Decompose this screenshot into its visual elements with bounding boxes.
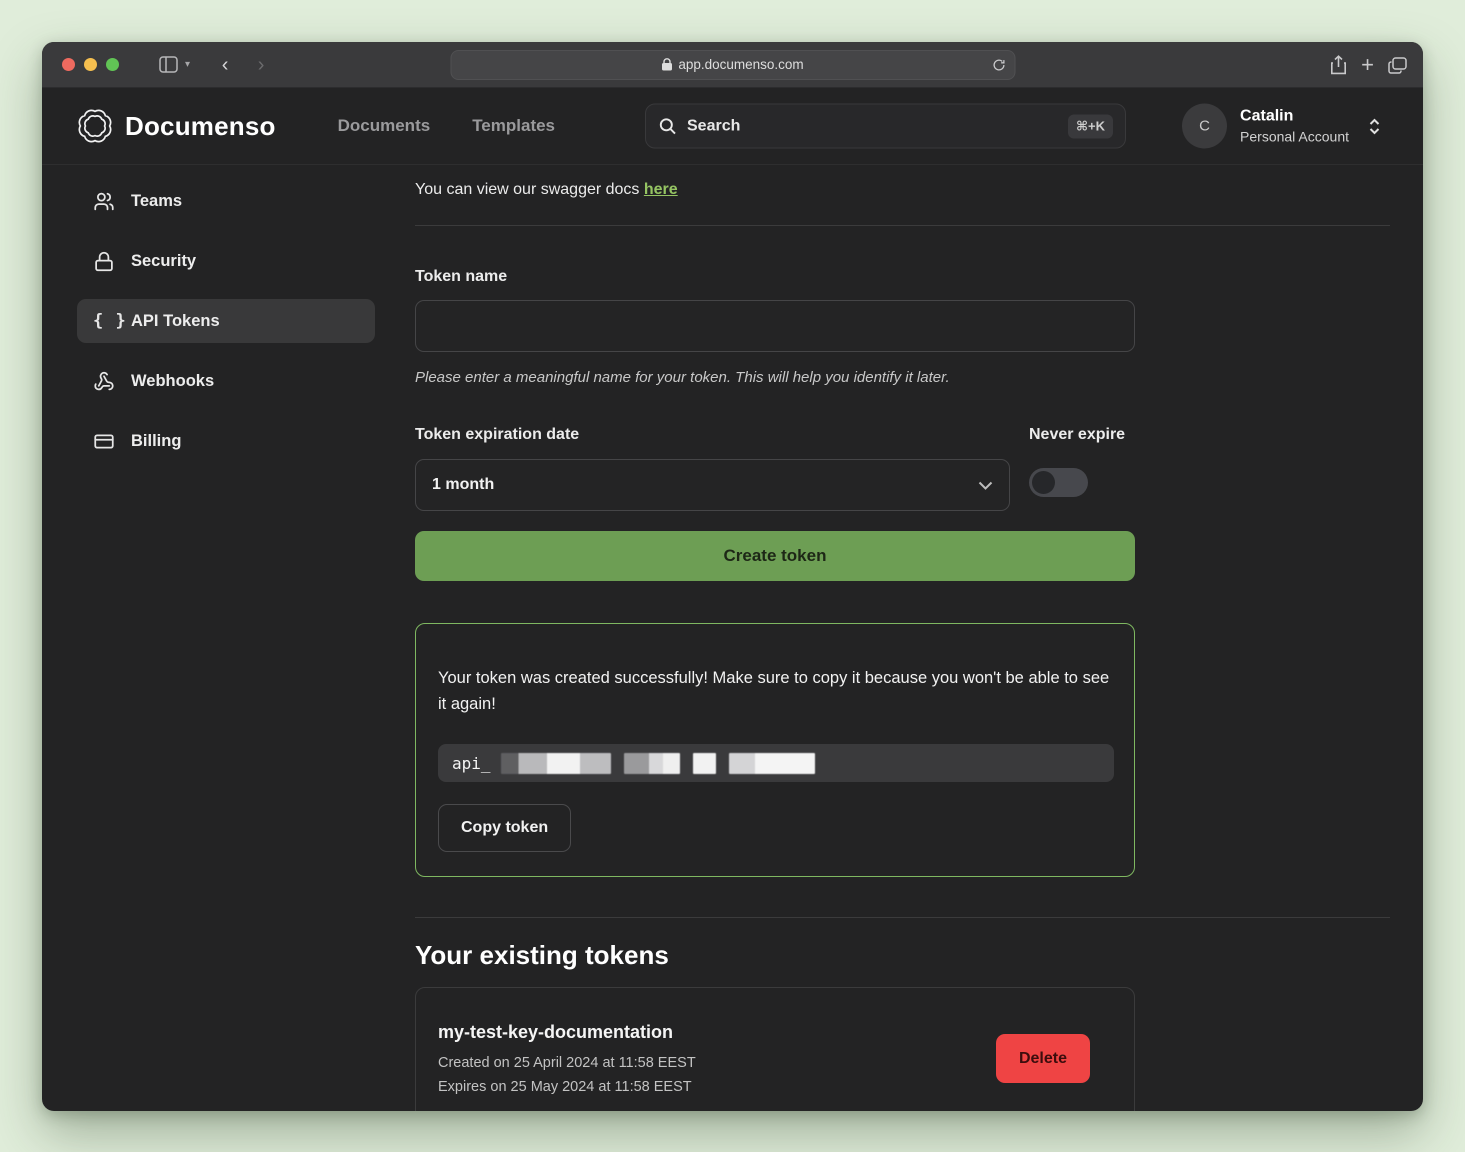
token-redacted-value [501,753,815,774]
tab-overview-icon[interactable] [1388,57,1407,74]
sidebar-item-label: Billing [131,432,181,451]
nav-templates[interactable]: Templates [472,116,555,136]
app-header: Documenso Documents Templates Search ⌘+K… [42,88,1423,165]
sidebar-item-teams[interactable]: Teams [77,179,375,223]
copy-token-button[interactable]: Copy token [438,804,571,852]
brand-name: Documenso [125,111,276,142]
share-icon[interactable] [1330,55,1347,75]
browser-window: ▾ ‹ › app.documenso.com + [42,42,1423,1111]
swagger-docs-link[interactable]: here [644,181,678,198]
sidebar-item-label: Security [131,252,196,271]
search-icon [658,117,677,136]
token-expiration-label: Token expiration date [415,426,1010,444]
zoom-window-button[interactable] [106,58,119,71]
traffic-lights [62,58,119,71]
search-input[interactable]: Search ⌘+K [645,104,1126,149]
token-created-message: Your token was created successfully! Mak… [438,666,1118,717]
close-window-button[interactable] [62,58,75,71]
token-card-expires: Expires on 25 May 2024 at 11:58 EEST [438,1079,696,1095]
toggle-knob [1032,471,1055,494]
documenso-logo-icon [77,108,113,144]
divider [415,917,1390,918]
sidebar-item-security[interactable]: Security [77,239,375,283]
users-icon [93,191,115,212]
sidebar-toggle-icon[interactable] [153,51,183,79]
new-tab-icon[interactable]: + [1361,54,1374,76]
never-expire-toggle[interactable] [1029,468,1088,497]
api-tokens-main: You can view our swagger docs here Token… [415,179,1390,1111]
never-expire-label: Never expire [1029,426,1125,444]
delete-token-button[interactable]: Delete [996,1034,1090,1083]
token-value-field[interactable]: api_ [438,744,1114,782]
sidebar-item-webhooks[interactable]: Webhooks [77,359,375,403]
token-prefix: api_ [452,754,491,773]
sidebar-item-label: Teams [131,192,182,211]
token-expiration-select[interactable]: 1 month [415,459,1010,511]
account-menu[interactable]: C Catalin Personal Account [1182,104,1381,149]
reload-icon[interactable] [992,58,1005,71]
lock-icon [661,58,672,71]
chevron-up-down-icon [1368,117,1381,135]
braces-icon: { } [93,311,115,331]
search-shortcut-badge: ⌘+K [1068,114,1113,138]
token-card-name: my-test-key-documentation [438,1022,696,1043]
token-name-input[interactable] [415,300,1135,352]
create-token-button[interactable]: Create token [415,531,1135,581]
back-button[interactable]: ‹ [210,51,240,79]
brand[interactable]: Documenso [77,108,276,144]
sidebar-item-billing[interactable]: Billing [77,419,375,463]
search-placeholder: Search [687,117,1058,135]
swagger-docs-text: You can view our swagger docs here [415,181,1390,199]
token-name-help: Please enter a meaningful name for your … [415,369,1135,386]
account-type: Personal Account [1240,127,1349,145]
existing-tokens-heading: Your existing tokens [415,940,1390,971]
forward-button[interactable]: › [246,51,276,79]
sidebar-item-label: API Tokens [131,312,220,331]
sidebar-item-label: Webhooks [131,372,214,391]
minimize-window-button[interactable] [84,58,97,71]
settings-sidebar: Teams Security { } API Tokens Webhooks [77,179,375,1111]
browser-titlebar: ▾ ‹ › app.documenso.com + [42,42,1423,88]
account-name: Catalin [1240,107,1349,128]
webhook-icon [93,371,115,392]
nav-documents[interactable]: Documents [338,116,431,136]
token-card-created: Created on 25 April 2024 at 11:58 EEST [438,1055,696,1071]
token-expiration-value: 1 month [432,476,494,494]
token-card: my-test-key-documentation Created on 25 … [415,987,1135,1111]
chevron-down-icon [978,481,993,490]
credit-card-icon [93,431,115,452]
sidebar-chevron-icon[interactable]: ▾ [185,59,190,70]
divider [415,225,1390,226]
token-created-panel: Your token was created successfully! Mak… [415,623,1135,877]
address-bar[interactable]: app.documenso.com [450,50,1015,80]
lock-icon [93,251,115,272]
sidebar-item-api-tokens[interactable]: { } API Tokens [77,299,375,343]
token-name-label: Token name [415,268,1135,286]
url-text: app.documenso.com [678,57,803,72]
avatar: C [1182,104,1227,149]
